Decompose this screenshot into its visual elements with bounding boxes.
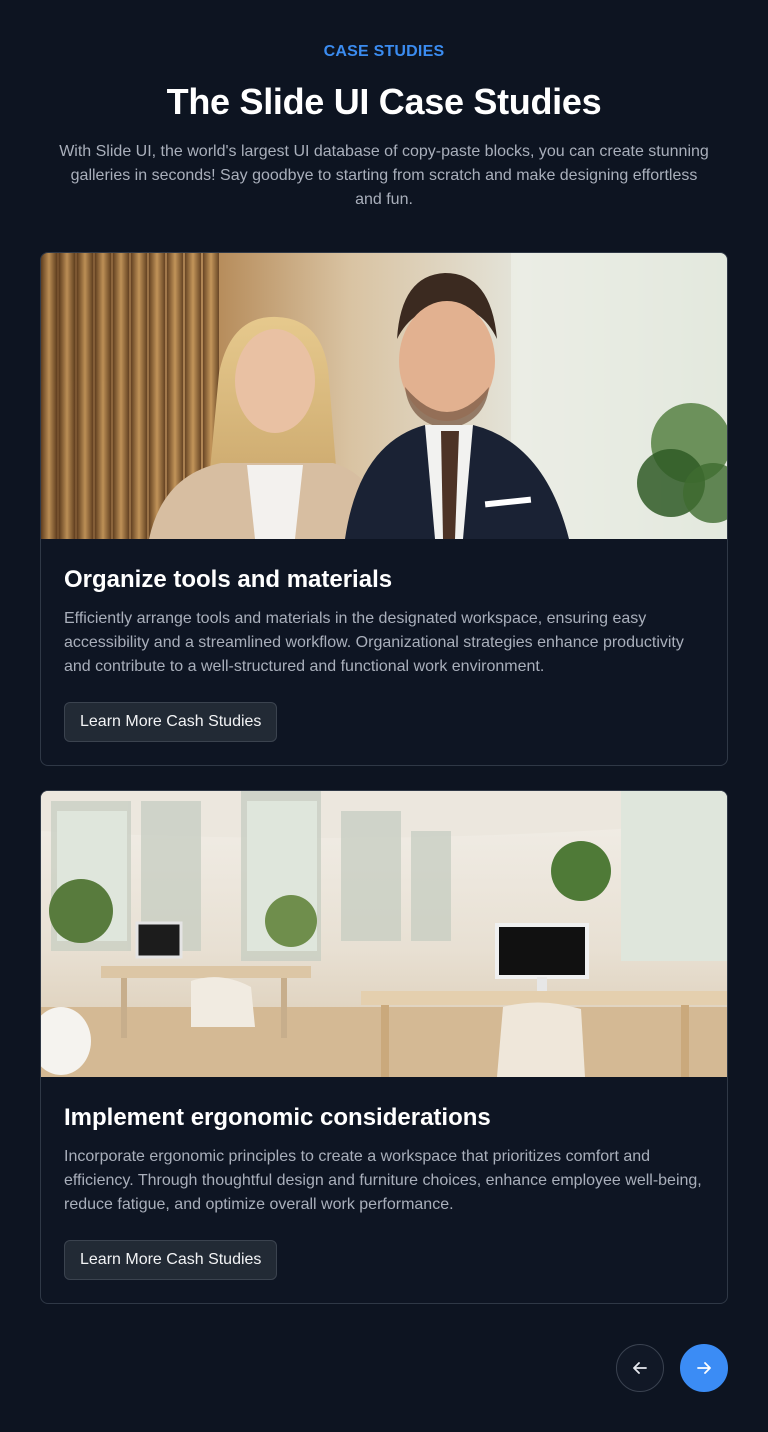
card-title: Implement ergonomic considerations xyxy=(64,1104,491,1131)
learn-more-button[interactable]: Learn More Cash Studies xyxy=(64,702,278,742)
arrow-left-icon xyxy=(633,1362,647,1374)
card-title: Organize tools and materials xyxy=(64,566,393,593)
card-description: Incorporate ergonomic principles to crea… xyxy=(64,1148,702,1213)
learn-more-button[interactable]: Learn More Cash Studies xyxy=(64,1240,278,1280)
page-title: The Slide UI Case Studies xyxy=(166,81,602,122)
card-description: Efficiently arrange tools and materials … xyxy=(64,610,684,675)
case-studies-section: CASE STUDIES The Slide UI Case Studies W… xyxy=(0,0,768,1432)
next-slide-button[interactable] xyxy=(680,1344,728,1392)
arrow-right-icon xyxy=(697,1362,711,1374)
section-eyebrow: CASE STUDIES xyxy=(323,43,445,60)
case-study-card: Implement ergonomic considerations Incor… xyxy=(40,790,728,1304)
business-people-photo xyxy=(41,253,727,539)
previous-slide-button[interactable] xyxy=(616,1344,664,1392)
page-subtitle: With Slide UI, the world's largest UI da… xyxy=(59,143,709,208)
case-study-card: Organize tools and materials Efficiently… xyxy=(40,252,728,766)
office-interior-photo xyxy=(41,791,727,1077)
